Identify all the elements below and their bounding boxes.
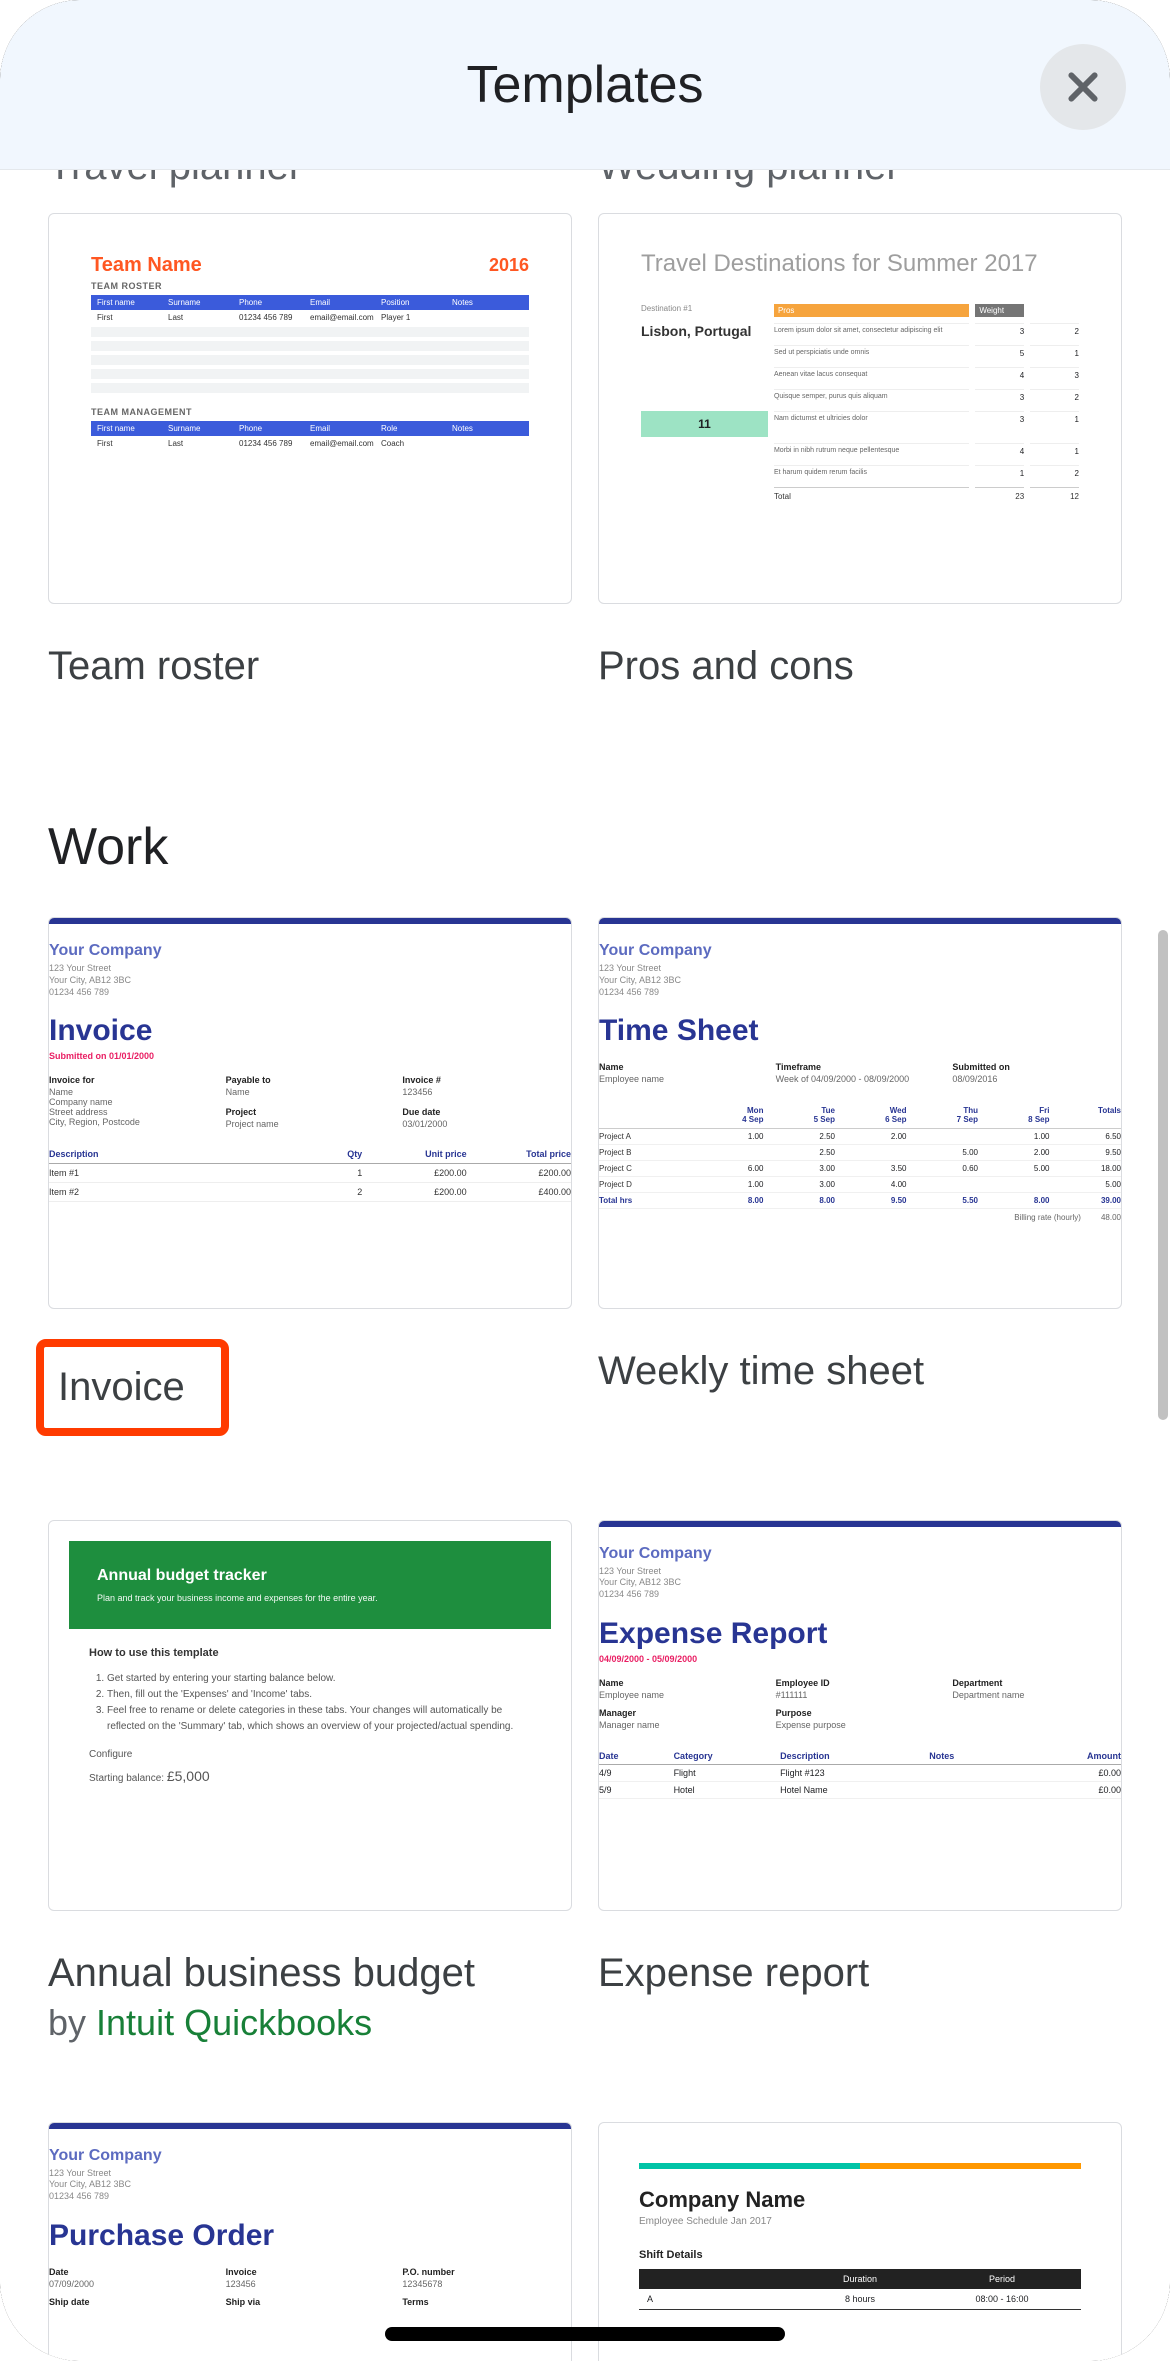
template-card-invoice[interactable]: Your Company 123 Your Street Your City, … bbox=[48, 917, 572, 1308]
scrollbar-thumb[interactable] bbox=[1158, 930, 1168, 1420]
page-title: Templates bbox=[467, 55, 704, 115]
template-label-annual-business-budget: Annual business budget bbox=[48, 1951, 572, 1996]
template-card-expense-report[interactable]: Your Company 123 Your Street Your City, … bbox=[598, 1520, 1122, 1911]
byline-link-intuit[interactable]: Intuit Quickbooks bbox=[96, 2002, 372, 2043]
template-label-team-roster: Team roster bbox=[48, 644, 572, 689]
roster-year: 2016 bbox=[489, 255, 529, 276]
template-label-invoice: Invoice bbox=[36, 1339, 229, 1436]
template-card-purchase-order[interactable]: Your Company 123 Your Street Your City, … bbox=[48, 2122, 572, 2361]
template-byline: by Intuit Quickbooks bbox=[48, 2002, 572, 2044]
template-label-travel-planner: Travel planner bbox=[48, 170, 572, 189]
template-label-pros-cons: Pros and cons bbox=[598, 644, 1122, 689]
template-card-team-roster[interactable]: Team Name 2016 TEAM ROSTER First nameSur… bbox=[48, 213, 572, 604]
close-icon bbox=[1063, 67, 1103, 107]
section-heading-work: Work bbox=[48, 817, 1122, 877]
template-label-expense-report: Expense report bbox=[598, 1951, 1122, 1996]
templates-scroll-area[interactable]: Travel planner Wedding planner Team Name… bbox=[0, 170, 1170, 2361]
template-card-employee-schedule[interactable]: Company Name Employee Schedule Jan 2017 … bbox=[598, 2122, 1122, 2361]
modal-header: Templates bbox=[0, 0, 1170, 170]
home-indicator[interactable] bbox=[385, 2327, 785, 2341]
template-card-pros-cons[interactable]: Travel Destinations for Summer 2017 Dest… bbox=[598, 213, 1122, 604]
template-card-weekly-time-sheet[interactable]: Your Company 123 Your Street Your City, … bbox=[598, 917, 1122, 1308]
template-card-annual-business-budget[interactable]: Annual budget tracker Plan and track you… bbox=[48, 1520, 572, 1911]
template-label-wedding-planner: Wedding planner bbox=[598, 170, 1122, 189]
template-label-weekly-time-sheet: Weekly time sheet bbox=[598, 1349, 1122, 1394]
close-button[interactable] bbox=[1040, 44, 1126, 130]
roster-team-name: Team Name bbox=[91, 254, 202, 277]
